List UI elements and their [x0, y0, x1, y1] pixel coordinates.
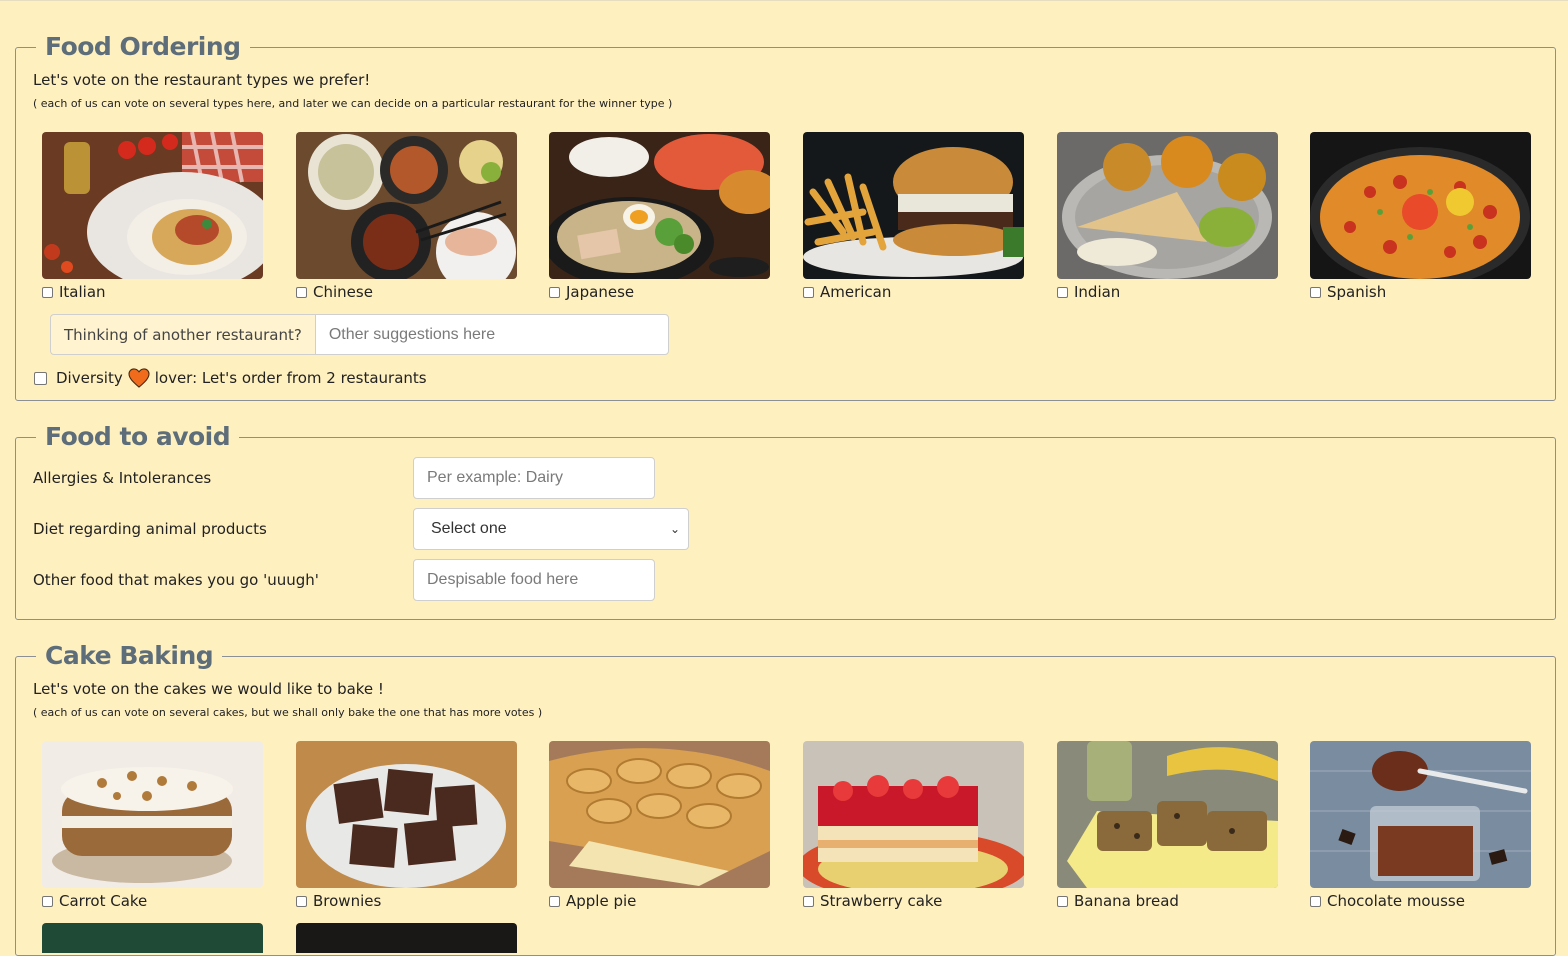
option-card-chocolate-mousse: Chocolate mousse — [1310, 741, 1531, 910]
option-american[interactable]: American — [803, 283, 1024, 301]
other-restaurant-group: Thinking of another restaurant? Other su… — [50, 314, 669, 355]
option-card-japanese: Japanese — [549, 132, 770, 301]
ordering-sub: ( each of us can vote on several types h… — [33, 97, 673, 110]
other-suggestions-input[interactable]: Other suggestions here — [314, 314, 669, 355]
option-label: Japanese — [566, 283, 635, 301]
option-label: American — [820, 283, 892, 301]
carrot-cake-photo — [42, 741, 263, 888]
option-card-apple-pie: Apple pie — [549, 741, 770, 910]
strawberry-cake-checkbox[interactable] — [803, 895, 814, 907]
diversity-prefix: Diversity — [56, 369, 123, 387]
diversity-suffix: lover: Let's order from 2 restaurants — [154, 369, 427, 387]
strawberry-cake-photo — [803, 741, 1024, 888]
cake-lead: Let's vote on the cakes we would like to… — [33, 680, 384, 698]
brownies-checkbox[interactable] — [296, 895, 307, 907]
option-card-banana-bread: Banana bread — [1057, 741, 1278, 910]
cake-baking-legend: Cake Baking — [36, 639, 223, 673]
option-strawberry-cake[interactable]: Strawberry cake — [803, 892, 1024, 910]
option-label: Brownies — [313, 892, 382, 910]
option-japanese[interactable]: Japanese — [549, 283, 770, 301]
option-label: Strawberry cake — [820, 892, 943, 910]
option-spanish[interactable]: Spanish — [1310, 283, 1531, 301]
chevron-down-icon: ⌄ — [669, 522, 680, 536]
spaghetti-photo — [42, 132, 263, 279]
chinese-dishes-photo — [296, 132, 517, 279]
option-banana-bread[interactable]: Banana bread — [1057, 892, 1278, 910]
other-restaurant-addon: Thinking of another restaurant? — [50, 314, 315, 355]
heart-icon — [128, 368, 150, 388]
banana-bread-photo — [1057, 741, 1278, 888]
spanish-checkbox[interactable] — [1310, 286, 1321, 298]
option-label: Italian — [59, 283, 106, 301]
apple-pie-photo — [549, 741, 770, 888]
chocolate-mousse-photo — [1310, 741, 1531, 888]
option-card-brownies: Brownies — [296, 741, 517, 910]
option-card-chinese: Chinese — [296, 132, 517, 301]
banana-bread-checkbox[interactable] — [1057, 895, 1068, 907]
option-card-indian: Indian — [1057, 132, 1278, 301]
option-label: Chocolate mousse — [1327, 892, 1465, 910]
food-ordering-fieldset: Food Ordering Let's vote on the restaura… — [15, 30, 1556, 401]
option-label: Spanish — [1327, 283, 1387, 301]
diversity-option[interactable]: Diversity lover: Let's order from 2 rest… — [34, 368, 427, 388]
option-card-american: American — [803, 132, 1024, 301]
option-label: Apple pie — [566, 892, 637, 910]
option-card-carrot-cake: Carrot Cake — [42, 741, 263, 910]
diet-select[interactable]: Select one ⌄ — [413, 508, 689, 550]
chinese-checkbox[interactable] — [296, 286, 307, 298]
option-card-italian: Italian — [42, 132, 263, 301]
despisable-food-input[interactable]: Despisable food here — [413, 559, 655, 601]
option-italian[interactable]: Italian — [42, 283, 263, 301]
carrot-cake-checkbox[interactable] — [42, 895, 53, 907]
option-chinese[interactable]: Chinese — [296, 283, 517, 301]
option-label: Indian — [1074, 283, 1121, 301]
other-food-label: Other food that makes you go 'uuugh' — [33, 571, 319, 589]
allergies-input[interactable]: Per example: Dairy — [413, 457, 655, 499]
option-carrot-cake[interactable]: Carrot Cake — [42, 892, 263, 910]
apple-pie-checkbox[interactable] — [549, 895, 560, 907]
italian-checkbox[interactable] — [42, 286, 53, 298]
option-label: Chinese — [313, 283, 373, 301]
diversity-checkbox[interactable] — [34, 371, 47, 385]
food-to-avoid-legend: Food to avoid — [36, 420, 240, 454]
option-label: Carrot Cake — [59, 892, 148, 910]
burger-fries-photo — [803, 132, 1024, 279]
chocolate-mousse-checkbox[interactable] — [1310, 895, 1321, 907]
option-apple-pie[interactable]: Apple pie — [549, 892, 770, 910]
diet-select-value: Select one — [431, 520, 507, 537]
option-indian[interactable]: Indian — [1057, 283, 1278, 301]
thali-photo — [1057, 132, 1278, 279]
option-label: Banana bread — [1074, 892, 1179, 910]
ramen-photo — [549, 132, 770, 279]
diet-label: Diet regarding animal products — [33, 520, 267, 538]
japanese-checkbox[interactable] — [549, 286, 560, 298]
option-card-spanish: Spanish — [1310, 132, 1531, 301]
option-brownies[interactable]: Brownies — [296, 892, 517, 910]
cake-sub: ( each of us can vote on several cakes, … — [33, 706, 543, 719]
food-ordering-legend: Food Ordering — [36, 30, 250, 64]
indian-checkbox[interactable] — [1057, 286, 1068, 298]
brownies-photo — [296, 741, 517, 888]
paella-photo — [1310, 132, 1531, 279]
ordering-lead: Let's vote on the restaurant types we pr… — [33, 71, 371, 89]
allergies-label: Allergies & Intolerances — [33, 469, 212, 487]
food-to-avoid-fieldset: Food to avoid Allergies & Intolerances P… — [15, 420, 1556, 620]
cake-baking-fieldset: Cake Baking Let's vote on the cakes we w… — [15, 639, 1556, 956]
next-row-photo — [296, 923, 517, 953]
american-checkbox[interactable] — [803, 286, 814, 298]
option-card-strawberry-cake: Strawberry cake — [803, 741, 1024, 910]
next-row-photo — [42, 923, 263, 953]
option-chocolate-mousse[interactable]: Chocolate mousse — [1310, 892, 1531, 910]
